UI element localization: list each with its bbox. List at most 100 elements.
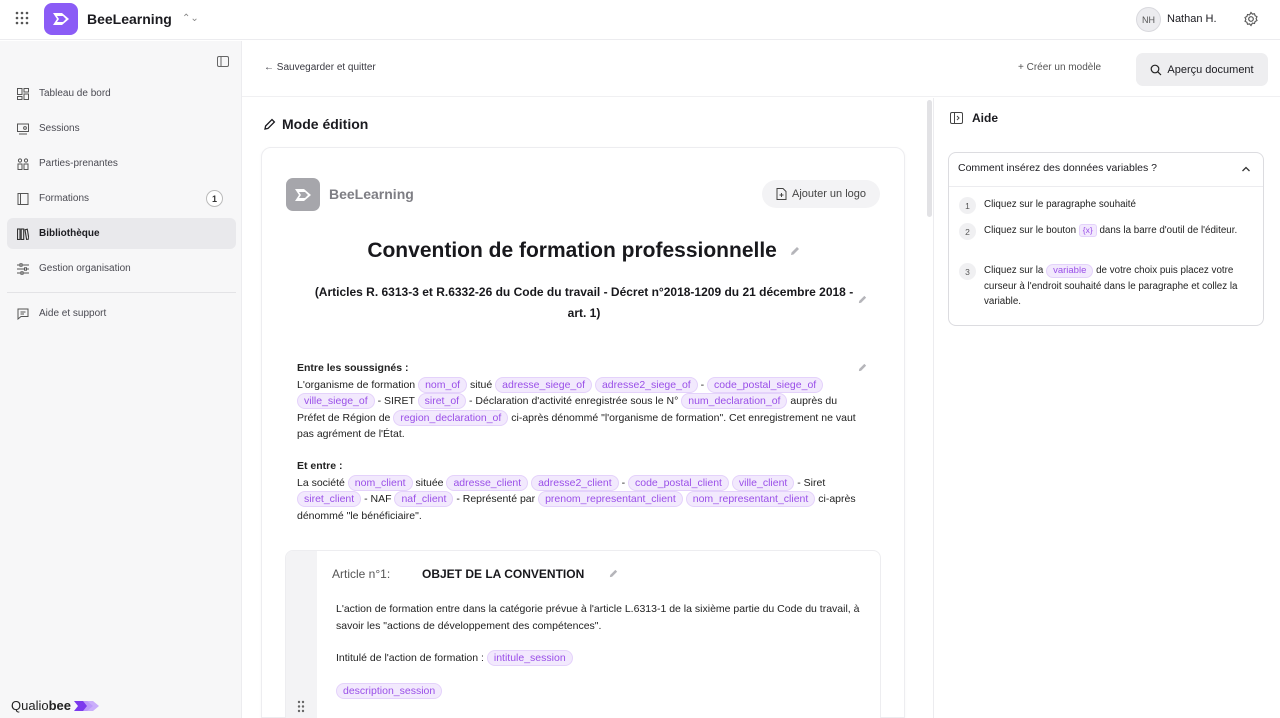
brand-suffix: bee bbox=[48, 698, 71, 713]
user-name[interactable]: Nathan H. bbox=[1167, 13, 1217, 25]
library-icon bbox=[17, 227, 29, 240]
variable-chip[interactable]: nom_client bbox=[347, 474, 413, 491]
sidebar-item-label: Parties-prenantes bbox=[39, 158, 118, 169]
paragraph-text: - bbox=[621, 476, 626, 489]
sidebar: Tableau de bord Sessions Parties-prenant… bbox=[0, 41, 242, 718]
parties-heading: Entre les soussignés : bbox=[297, 362, 409, 374]
variable-chip[interactable]: adresse_siege_of bbox=[495, 376, 593, 393]
panel-toggle-icon[interactable] bbox=[950, 112, 963, 124]
sidebar-item-label: Bibliothèque bbox=[39, 228, 100, 239]
stakeholders-icon bbox=[17, 157, 29, 170]
step-text: Cliquez sur le paragraphe souhaité bbox=[984, 199, 1136, 210]
variable-chip[interactable]: nom_of bbox=[418, 376, 468, 393]
document-title[interactable]: Convention de formation professionnelle bbox=[262, 239, 906, 263]
help-question[interactable]: Comment insérez des données variables ? bbox=[958, 162, 1157, 174]
document-subtitle[interactable]: (Articles R. 6313-3 et R.6332-26 du Code… bbox=[312, 282, 856, 324]
sliders-icon bbox=[17, 262, 29, 275]
variable-chip[interactable]: intitule_session bbox=[486, 650, 573, 666]
sessions-icon bbox=[17, 123, 29, 134]
sidebar-item-organisation[interactable]: Gestion organisation bbox=[7, 253, 236, 284]
sidebar-item-sessions[interactable]: Sessions bbox=[7, 113, 236, 144]
variable-chip[interactable]: naf_client bbox=[394, 491, 454, 508]
article-block[interactable]: Article n°1: OBJET DE LA CONVENTION L'ac… bbox=[285, 550, 881, 718]
paragraph-text: situé bbox=[470, 378, 493, 391]
client-heading: Et entre : bbox=[297, 460, 343, 472]
article-title[interactable]: OBJET DE LA CONVENTION bbox=[422, 567, 584, 581]
variable-chip[interactable]: adresse2_client bbox=[531, 474, 619, 491]
intitule-label: Intitulé de l'action de formation : bbox=[336, 652, 484, 664]
variable-chip[interactable]: region_declaration_of bbox=[393, 409, 509, 426]
article-description[interactable]: description_session bbox=[336, 683, 866, 700]
document-title-text: Convention de formation professionnelle bbox=[367, 239, 777, 262]
sidebar-item-label: Aide et support bbox=[39, 308, 107, 319]
variable-chip[interactable]: siret_of bbox=[417, 393, 467, 410]
add-logo-button[interactable]: Ajouter un logo bbox=[762, 180, 880, 208]
save-and-quit-link[interactable]: ← Sauvegarder et quitter bbox=[264, 62, 376, 73]
app-name[interactable]: BeeLearning bbox=[87, 11, 172, 27]
help-accordion: Comment insérez des données variables ? … bbox=[948, 152, 1264, 326]
qualiobee-mark-icon bbox=[73, 700, 99, 711]
variable-chip[interactable]: code_postal_client bbox=[627, 474, 729, 491]
help-divider bbox=[949, 186, 1263, 187]
chevron-up-icon[interactable] bbox=[1241, 164, 1251, 174]
chat-icon bbox=[17, 308, 29, 320]
drag-handle-icon[interactable] bbox=[297, 700, 305, 713]
sidebar-item-label: Tableau de bord bbox=[39, 88, 111, 99]
variable-chip[interactable]: adresse_client bbox=[446, 474, 529, 491]
variable-chip[interactable]: ville_client bbox=[731, 474, 795, 491]
search-icon bbox=[1150, 64, 1162, 75]
sidebar-item-stakeholders[interactable]: Parties-prenantes bbox=[7, 148, 236, 179]
step-number: 2 bbox=[959, 223, 976, 240]
book-icon bbox=[17, 192, 29, 205]
sidebar-item-dashboard[interactable]: Tableau de bord bbox=[7, 78, 236, 109]
article-intitule[interactable]: Intitulé de l'action de formation : inti… bbox=[336, 650, 866, 667]
sidebar-item-label: Sessions bbox=[39, 123, 80, 134]
variable-chip[interactable]: siret_client bbox=[297, 491, 362, 508]
parties-paragraph[interactable]: Entre les soussignés : L'organisme de fo… bbox=[297, 360, 867, 443]
avatar[interactable]: NH bbox=[1136, 7, 1161, 32]
add-logo-label: Ajouter un logo bbox=[792, 188, 866, 200]
create-model-button[interactable]: + Créer un modèle bbox=[1018, 62, 1101, 73]
step-text: Cliquez sur le bouton {x} dans la barre … bbox=[984, 223, 1256, 239]
variable-chip[interactable]: nom_representant_client bbox=[685, 491, 816, 508]
document-brand-name: BeeLearning bbox=[329, 186, 414, 202]
editor-header: ← Sauvegarder et quitter + Créer un modè… bbox=[242, 41, 1280, 97]
paragraph-text: - Déclaration d'activité enregistrée sou… bbox=[469, 395, 679, 408]
paragraph-text: - NAF bbox=[364, 493, 392, 506]
variable-chip[interactable]: num_declaration_of bbox=[681, 393, 788, 410]
pencil-icon bbox=[264, 118, 276, 130]
sidebar-item-help[interactable]: Aide et support bbox=[7, 298, 236, 329]
sidebar-collapse-icon[interactable] bbox=[217, 56, 229, 67]
paragraph-text: La société bbox=[297, 476, 345, 489]
app-grid-icon[interactable] bbox=[15, 11, 29, 25]
brand-prefix: Qualio bbox=[11, 698, 49, 713]
client-paragraph[interactable]: Et entre : La société nom_client située … bbox=[297, 458, 867, 524]
gear-icon[interactable] bbox=[1243, 11, 1259, 27]
variable-chip[interactable]: description_session bbox=[336, 683, 443, 699]
file-add-icon bbox=[776, 188, 787, 200]
document-editor: BeeLearning Ajouter un logo Convention d… bbox=[261, 147, 905, 718]
app-switcher-chevron-icon[interactable]: ⌃⌄ bbox=[182, 13, 199, 24]
variable-chip[interactable]: code_postal_siege_of bbox=[707, 376, 824, 393]
pencil-icon[interactable] bbox=[608, 568, 619, 579]
sidebar-item-label: Formations bbox=[39, 193, 90, 204]
preview-document-button[interactable]: Aperçu document bbox=[1136, 53, 1268, 86]
variable-chip[interactable]: prenom_representant_client bbox=[538, 491, 683, 508]
pencil-icon[interactable] bbox=[789, 245, 801, 257]
app-logo[interactable] bbox=[44, 3, 78, 35]
sidebar-item-formations[interactable]: Formations 1 bbox=[7, 183, 236, 214]
paragraph-text: située bbox=[415, 476, 444, 489]
bee-logo-icon bbox=[295, 188, 311, 201]
step-number: 3 bbox=[959, 263, 976, 280]
document-scrollbar[interactable] bbox=[927, 100, 932, 217]
pencil-icon[interactable] bbox=[857, 294, 868, 305]
sidebar-item-library[interactable]: Bibliothèque bbox=[7, 218, 236, 249]
article-number: Article n°1: bbox=[332, 567, 391, 581]
article-paragraph[interactable]: L'action de formation entre dans la caté… bbox=[336, 601, 866, 634]
variable-chip[interactable]: adresse2_siege_of bbox=[594, 376, 698, 393]
step-text-part: Cliquez sur la bbox=[984, 265, 1044, 276]
step-text-part: Cliquez sur le bouton bbox=[984, 225, 1077, 236]
variable-chip[interactable]: ville_siege_of bbox=[297, 393, 375, 410]
paragraph-text: - bbox=[700, 378, 705, 391]
paragraph-text: - SIRET bbox=[377, 395, 415, 408]
